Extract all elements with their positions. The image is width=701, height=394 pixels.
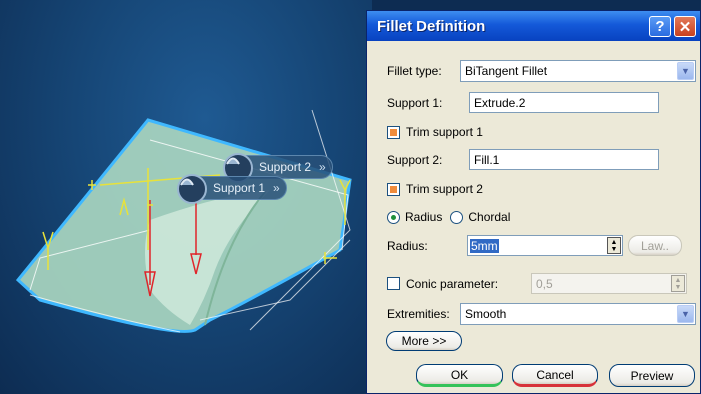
chevron-right-icon: »	[273, 181, 280, 195]
radius-field[interactable]: 5mm ▲ ▼	[467, 235, 623, 256]
fillet-type-label: Fillet type:	[387, 64, 442, 78]
trim-support1-row[interactable]: Trim support 1	[387, 125, 483, 139]
conic-label: Conic parameter:	[406, 276, 499, 291]
chevron-right-icon: »	[319, 160, 326, 174]
trim-support1-label: Trim support 1	[406, 125, 483, 139]
extremities-select[interactable]: Smooth ▼	[460, 303, 696, 325]
trim-support2-checkbox[interactable]	[387, 182, 400, 196]
support2-tag-label: Support 2	[259, 160, 312, 174]
extremities-value: Smooth	[465, 307, 507, 321]
3d-viewport[interactable]: Support 2 » Support 1 »	[0, 0, 372, 394]
radius-label: Radius:	[387, 238, 428, 253]
conic-value: 0,5	[536, 276, 553, 291]
support1-field[interactable]: Extrude.2	[469, 92, 659, 113]
support-icon	[177, 174, 207, 204]
preview-button[interactable]: Preview	[609, 364, 695, 387]
cancel-button[interactable]: Cancel	[512, 364, 598, 387]
radius-value: 5mm	[470, 238, 499, 253]
chevron-down-icon[interactable]: ▼	[677, 62, 694, 80]
dialog-title: Fillet Definition	[377, 17, 486, 35]
support1-tag[interactable]: Support 1 »	[177, 174, 287, 204]
fillet-type-row: Fillet type: BiTangent Fillet ▼	[387, 60, 696, 82]
help-button[interactable]: ?	[649, 16, 671, 37]
conic-row: Conic parameter: 0,5 ▲ ▼	[387, 273, 687, 294]
mode-row: Radius Chordal	[387, 210, 510, 224]
conic-checkbox[interactable]	[387, 277, 400, 290]
support2-row: Support 2: Fill.1	[387, 149, 659, 170]
extremities-row: Extremities: Smooth ▼	[387, 303, 696, 325]
fillet-type-select[interactable]: BiTangent Fillet ▼	[460, 60, 696, 82]
close-button[interactable]: ✕	[674, 16, 696, 37]
fillet-definition-dialog: Fillet Definition ? ✕ Fillet type: BiTan…	[366, 10, 701, 394]
support1-label: Support 1:	[387, 95, 443, 110]
extremities-label: Extremities:	[387, 307, 450, 321]
support1-tag-label: Support 1	[213, 181, 266, 195]
dialog-titlebar[interactable]: Fillet Definition ? ✕	[367, 11, 700, 41]
chordal-option-label[interactable]: Chordal	[468, 210, 510, 224]
more-button[interactable]: More >>	[386, 331, 462, 351]
trim-support2-row[interactable]: Trim support 2	[387, 182, 483, 196]
conic-spinner[interactable]: ▲ ▼	[671, 275, 685, 292]
chevron-down-icon[interactable]: ▼	[677, 305, 694, 323]
support2-field[interactable]: Fill.1	[469, 149, 659, 170]
ok-button[interactable]: OK	[416, 364, 503, 387]
radius-radio[interactable]	[387, 210, 400, 224]
trim-support2-label: Trim support 2	[406, 182, 483, 196]
radius-row: Radius: 5mm ▲ ▼ Law..	[387, 235, 682, 256]
radius-option-label[interactable]: Radius	[405, 210, 442, 224]
fillet-type-value: BiTangent Fillet	[465, 64, 548, 78]
support2-value: Fill.1	[474, 152, 500, 167]
conic-field[interactable]: 0,5 ▲ ▼	[531, 273, 687, 294]
chordal-radio[interactable]	[450, 210, 464, 224]
support1-value: Extrude.2	[474, 95, 526, 110]
radius-spinner[interactable]: ▲ ▼	[607, 237, 621, 254]
support1-row: Support 1: Extrude.2	[387, 92, 659, 113]
trim-support1-checkbox[interactable]	[387, 125, 400, 139]
support2-label: Support 2:	[387, 152, 443, 167]
law-button[interactable]: Law..	[628, 235, 682, 256]
